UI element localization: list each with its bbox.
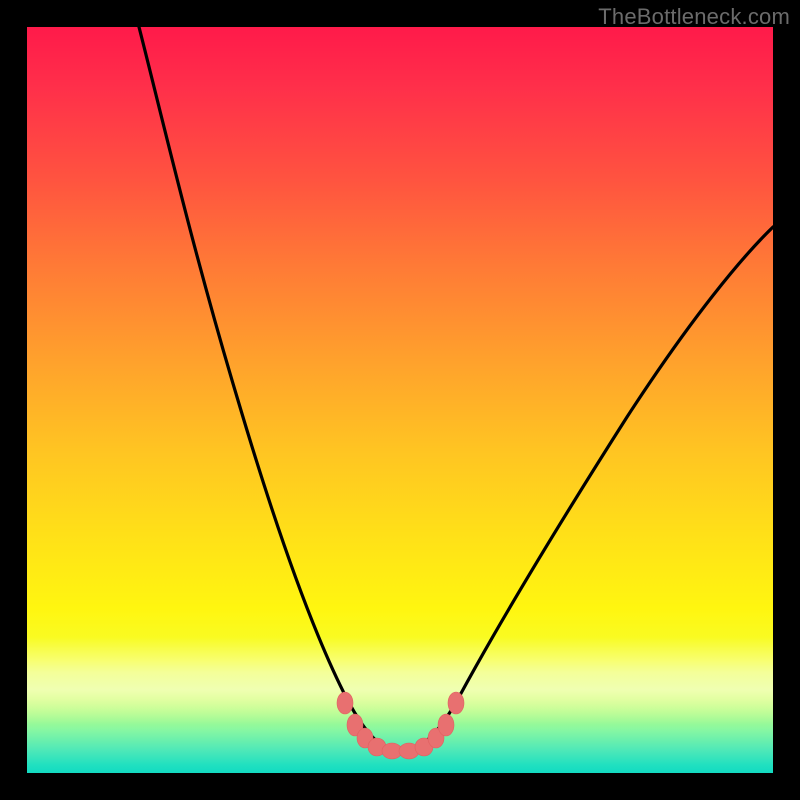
bottleneck-curve	[27, 27, 773, 773]
trough-markers	[337, 692, 464, 759]
chart-area	[27, 27, 773, 773]
highlight-band	[27, 637, 773, 725]
bottleneck-curve-path	[139, 27, 773, 751]
watermark-text: TheBottleneck.com	[598, 4, 790, 30]
